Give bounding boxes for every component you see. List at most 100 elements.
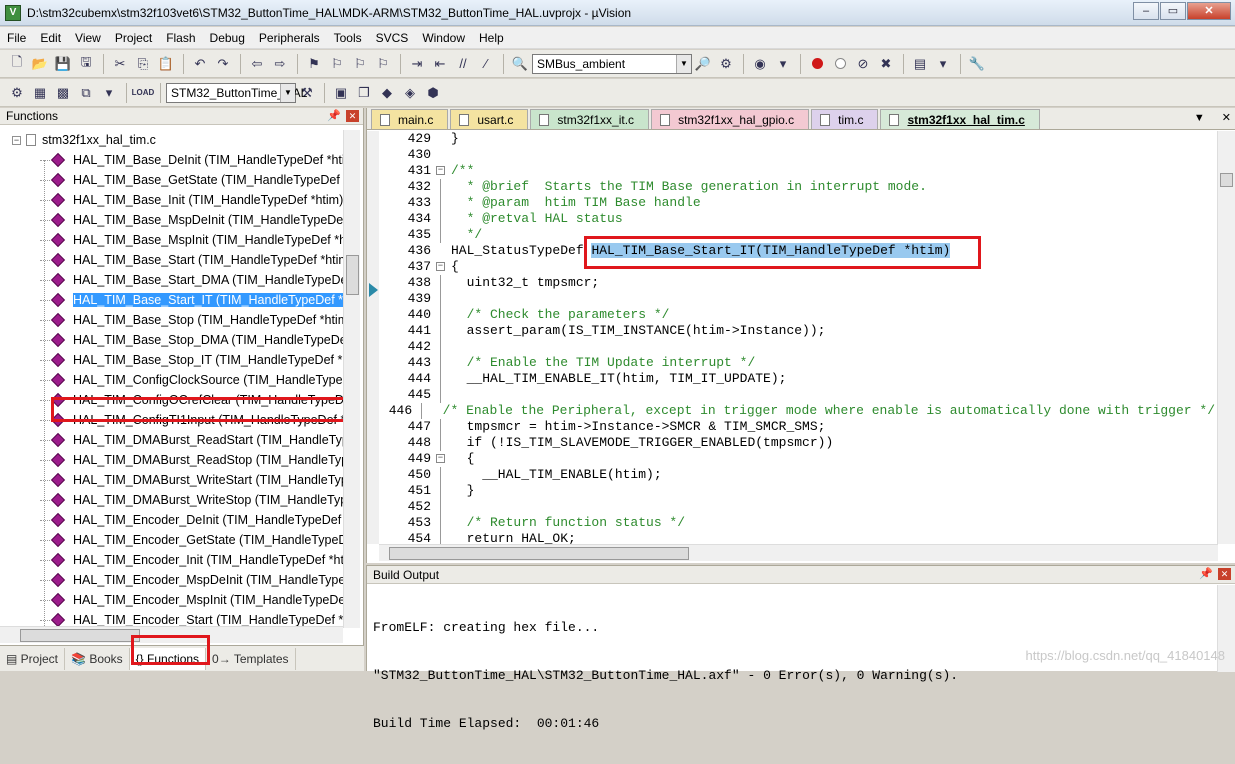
rte-icon[interactable]: ◈ [399,82,421,104]
chevron-down-icon[interactable]: ▼ [280,83,295,102]
function-item[interactable]: HAL_TIM_Encoder_DeInit (TIM_HandleTypeDe… [0,510,343,530]
menu-window[interactable]: Window [415,27,472,49]
code-line[interactable]: 443 /* Enable the TIM Update interrupt *… [379,355,1215,371]
prev-bookmark-icon[interactable]: ⚐ [326,53,348,75]
code-line[interactable]: 439 [379,291,1215,307]
breakpoint-enable-icon[interactable] [829,53,851,75]
find-in-files-icon[interactable]: 🔍 [509,53,531,75]
function-item[interactable]: HAL_TIM_DMABurst_WriteStop (TIM_HandleTy… [0,490,343,510]
menu-tools[interactable]: Tools [327,27,369,49]
function-item[interactable]: HAL_TIM_Base_Stop (TIM_HandleTypeDef *ht… [0,310,343,330]
code-line[interactable]: 429} [379,131,1215,147]
pack-installer-icon[interactable]: ⬢ [422,82,444,104]
fold-margin[interactable]: − [433,163,447,179]
function-item[interactable]: HAL_TIM_Base_Start_IT (TIM_HandleTypeDef… [0,290,343,310]
scroll-thumb[interactable] [1220,173,1233,187]
function-item[interactable]: HAL_TIM_Encoder_Init (TIM_HandleTypeDef … [0,550,343,570]
unindent-icon[interactable]: ⇤ [429,53,451,75]
code-line[interactable]: 432 * @brief Starts the TIM Base generat… [379,179,1215,195]
build-icon[interactable]: ▦ [29,82,51,104]
function-item[interactable]: HAL_TIM_Encoder_GetState (TIM_HandleType… [0,530,343,550]
code-line[interactable]: 445 [379,387,1215,403]
function-item[interactable]: HAL_TIM_Base_Start (TIM_HandleTypeDef *h… [0,250,343,270]
save-all-icon[interactable]: 🖫 [75,53,97,75]
translate-icon[interactable]: ⚙ [6,82,28,104]
function-item[interactable]: HAL_TIM_ConfigClockSource (TIM_HandleTyp… [0,370,343,390]
panel-close-icon[interactable]: ✕ [1218,568,1231,580]
redo-icon[interactable]: ↷ [212,53,234,75]
scroll-thumb[interactable] [346,255,359,295]
tab-list-icon[interactable]: ▼ [1194,112,1205,124]
function-item[interactable]: HAL_TIM_Base_MspInit (TIM_HandleTypeDef … [0,230,343,250]
code-line[interactable]: 446 /* Enable the Peripheral, except in … [379,403,1215,419]
fold-margin[interactable]: − [433,451,447,467]
code-line[interactable]: 447 tmpsmcr = htim->Instance->SMCR & TIM… [379,419,1215,435]
pin-icon[interactable]: 📌 [327,109,341,122]
new-file-icon[interactable]: 🗋 [6,53,28,75]
function-item[interactable]: HAL_TIM_Encoder_MspDeInit (TIM_HandleTyp… [0,570,343,590]
function-item[interactable]: HAL_TIM_Base_DeInit (TIM_HandleTypeDef *… [0,150,343,170]
breakpoint-kill-icon[interactable]: ✖ [875,53,897,75]
function-item[interactable]: HAL_TIM_Base_MspDeInit (TIM_HandleTypeDe… [0,210,343,230]
find-combo[interactable]: SMBus_ambient ▼ [532,53,692,74]
editor-horizontal-scrollbar[interactable] [379,544,1218,561]
functions-vertical-scrollbar[interactable] [343,130,360,628]
select-packs-icon[interactable]: ◆ [376,82,398,104]
code-line[interactable]: 441 assert_param(IS_TIM_INSTANCE(htim->I… [379,323,1215,339]
function-item[interactable]: HAL_TIM_DMABurst_ReadStart (TIM_HandleTy… [0,430,343,450]
close-button[interactable]: ✕ [1187,2,1231,20]
build-output-text[interactable]: FromELF: creating hex file... "STM32_But… [373,588,958,764]
code-line[interactable]: 454 return HAL_OK; [379,531,1215,544]
fold-toggle-icon[interactable]: − [436,166,445,175]
panel-close-icon[interactable]: ✕ [346,110,359,122]
tab-books[interactable]: 📚 Books [65,647,130,670]
function-item[interactable]: HAL_TIM_DMABurst_WriteStart (TIM_HandleT… [0,470,343,490]
fold-toggle-icon[interactable]: − [436,262,445,271]
code-line[interactable]: 433 * @param htim TIM Base handle [379,195,1215,211]
file-extensions-icon[interactable]: ❐ [353,82,375,104]
bookmark-icon[interactable]: ⚑ [303,53,325,75]
code-line[interactable]: 453 /* Return function status */ [379,515,1215,531]
dropdown-arrow-icon[interactable]: ▾ [98,82,120,104]
maximize-button[interactable]: ▭ [1160,2,1186,20]
code-line[interactable]: 444 __HAL_TIM_ENABLE_IT(htim, TIM_IT_UPD… [379,371,1215,387]
scroll-thumb[interactable] [20,629,140,642]
tab-close-icon[interactable]: ✕ [1222,112,1231,124]
menu-view[interactable]: View [68,27,108,49]
chevron-down-icon[interactable]: ▼ [676,54,691,73]
dropdown-arrow-icon[interactable]: ▾ [772,53,794,75]
load-download-icon[interactable]: LOAD [132,82,155,104]
code-line[interactable]: 451 } [379,483,1215,499]
nav-forward-icon[interactable]: ⇨ [269,53,291,75]
tab-templates[interactable]: 0→ Templates [206,647,296,670]
editor-vertical-scrollbar[interactable] [1217,131,1235,544]
code-line[interactable]: 434 * @retval HAL status [379,211,1215,227]
menu-debug[interactable]: Debug [203,27,252,49]
copy-icon[interactable]: ⎘ [132,53,154,75]
code-line[interactable]: 450 __HAL_TIM_ENABLE(htim); [379,467,1215,483]
menu-flash[interactable]: Flash [159,27,202,49]
tab-stm32f1xx-it-c[interactable]: stm32f1xx_it.c [530,109,650,129]
fold-toggle-icon[interactable]: − [436,454,445,463]
manage-components-icon[interactable]: ▣ [330,82,352,104]
breakpoint-insert-icon[interactable] [806,53,828,75]
batch-build-icon[interactable]: ⧉ [75,82,97,104]
function-item[interactable]: HAL_TIM_Base_Start_DMA (TIM_HandleTypeDe… [0,270,343,290]
configure-wrench-icon[interactable]: 🔧 [966,53,988,75]
minimize-button[interactable]: ‒ [1133,2,1159,20]
tab-hal-gpio-c[interactable]: stm32f1xx_hal_gpio.c [651,109,810,129]
target-combo[interactable]: STM32_ButtonTime_HAL ▼ [166,82,307,103]
code-line[interactable]: 438 uint32_t tmpsmcr; [379,275,1215,291]
menu-project[interactable]: Project [108,27,159,49]
uncomment-icon[interactable]: ⁄ [475,53,497,75]
function-item[interactable]: HAL_TIM_Encoder_MspInit (TIM_HandleTypeD… [0,590,343,610]
debug-session-icon[interactable]: ◉ [749,53,771,75]
function-item[interactable]: HAL_TIM_Base_GetState (TIM_HandleTypeDef… [0,170,343,190]
menu-svcs[interactable]: SVCS [369,27,416,49]
scroll-thumb[interactable] [389,547,689,560]
breakpoint-disable-icon[interactable]: ⊘ [852,53,874,75]
code-line[interactable]: 448 if (!IS_TIM_SLAVEMODE_TRIGGER_ENABLE… [379,435,1215,451]
dropdown-arrow-icon[interactable]: ▾ [932,53,954,75]
menu-help[interactable]: Help [472,27,511,49]
fold-margin[interactable]: − [433,259,447,275]
